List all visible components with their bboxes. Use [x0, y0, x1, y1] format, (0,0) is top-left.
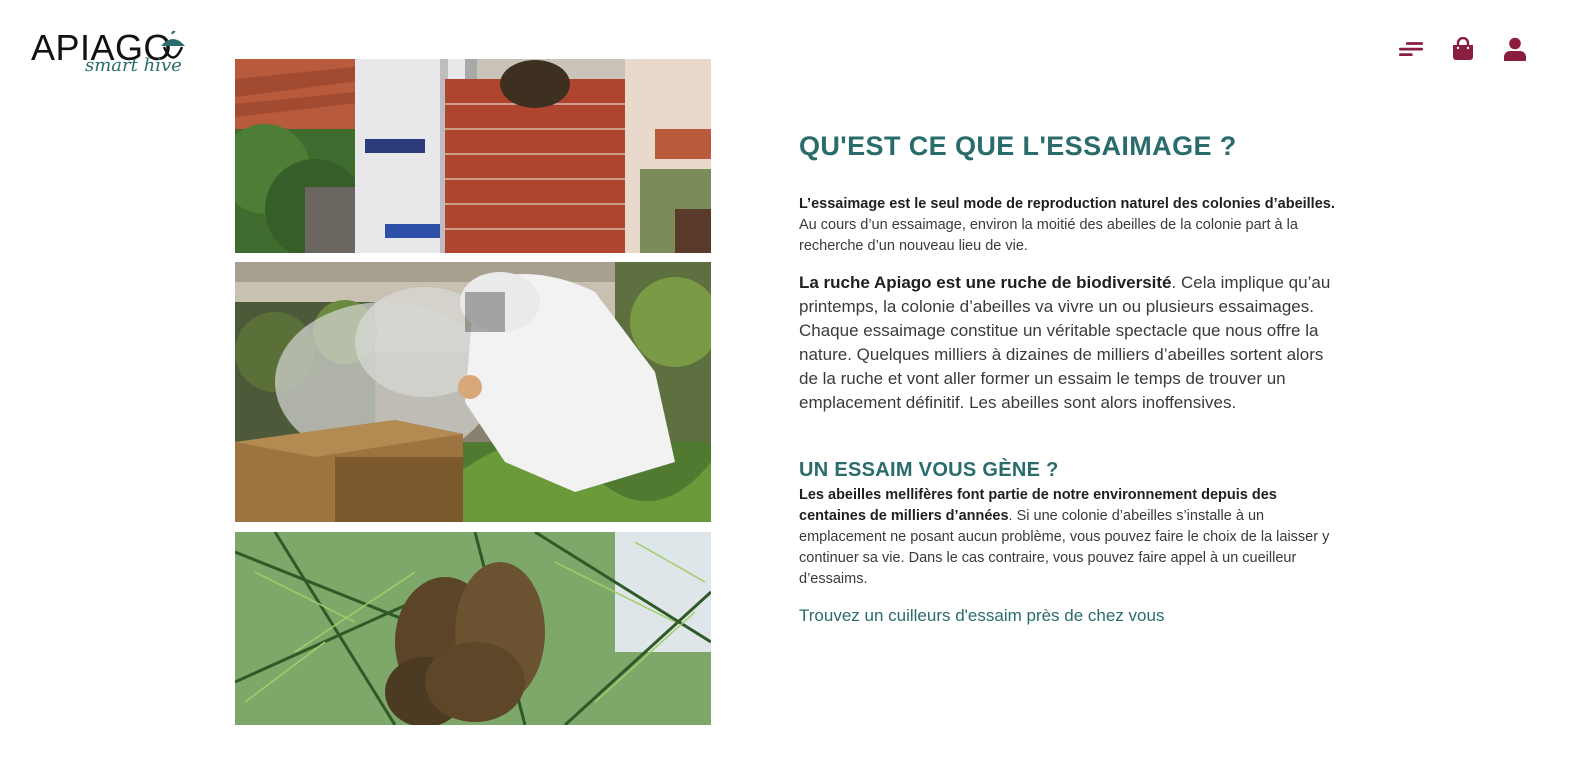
- apiago-logo[interactable]: APIAGO smart hive: [31, 26, 201, 82]
- shopping-bag-icon: [1453, 37, 1473, 60]
- logo-tagline: smart hive: [85, 55, 182, 76]
- cart-button[interactable]: [1451, 36, 1475, 62]
- beekeeper-on-ladder-chimney-photo: [235, 59, 711, 253]
- intro-paragraph: L’essaimage est le seul mode de reproduc…: [799, 194, 1339, 257]
- swarm-in-pine-tree-photo: [235, 532, 711, 725]
- section-title-essaim: UN ESSAIM VOUS GÈNE ?: [799, 459, 1059, 481]
- swarm-paragraph: Les abeilles mellifères font partie de n…: [799, 485, 1339, 590]
- menu-icon: [1399, 42, 1423, 57]
- find-swarm-collector-link[interactable]: Trouvez un cuilleurs d'essaim près de ch…: [799, 606, 1164, 625]
- intro-text: Au cours d’un essaimage, environ la moit…: [799, 217, 1298, 254]
- biodiversity-bold-text: La ruche Apiago est une ruche de biodive…: [799, 273, 1172, 292]
- biodiversity-text: . Cela implique qu’au printemps, la colo…: [799, 273, 1331, 412]
- user-icon: [1504, 37, 1526, 61]
- intro-bold-text: L’essaimage est le seul mode de reproduc…: [799, 196, 1335, 212]
- account-button[interactable]: [1503, 36, 1527, 62]
- beekeeper-smoker-box-photo: [235, 262, 711, 522]
- header-actions: [1399, 36, 1527, 62]
- biodiversity-paragraph: La ruche Apiago est une ruche de biodive…: [799, 271, 1339, 415]
- section-title-essaimage: QU'EST CE QUE L'ESSAIMAGE ?: [799, 131, 1237, 161]
- menu-button[interactable]: [1399, 36, 1423, 62]
- essaimage-content: QU'EST CE QUE L'ESSAIMAGE ? L’essaimage …: [799, 128, 1339, 628]
